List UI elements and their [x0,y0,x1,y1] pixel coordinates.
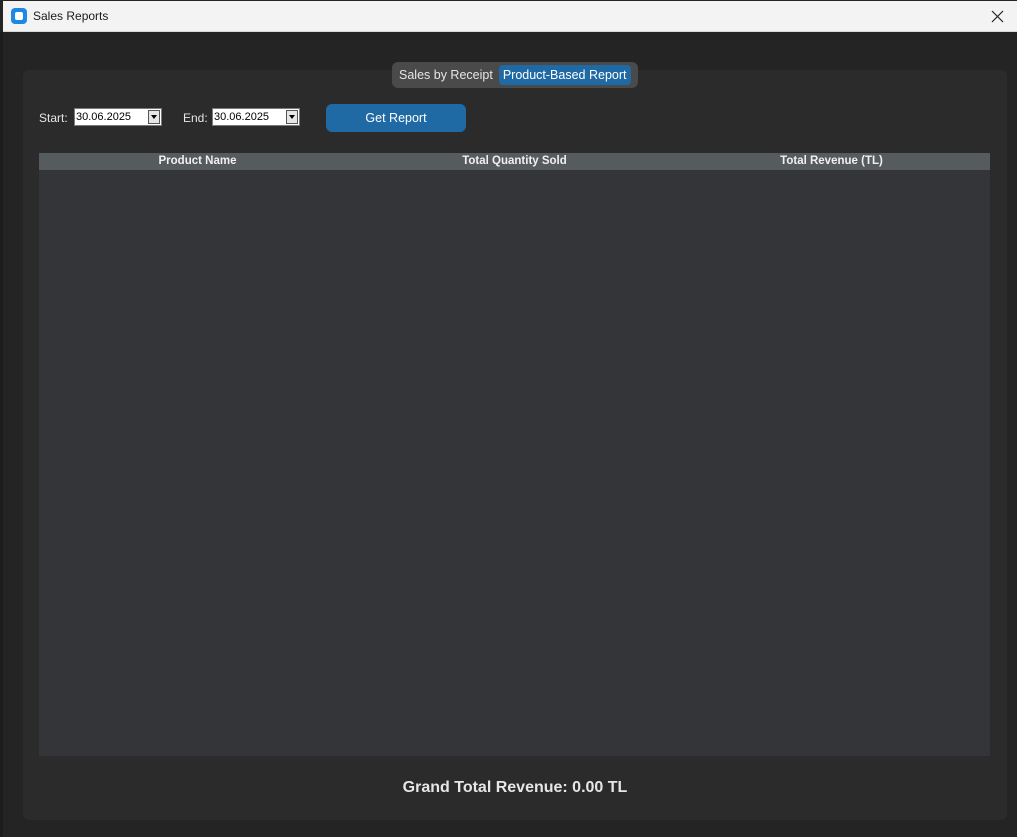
end-date-label: End: [183,111,208,125]
column-header-total-quantity[interactable]: Total Quantity Sold [356,153,673,170]
close-icon [991,10,1004,23]
column-header-total-revenue[interactable]: Total Revenue (TL) [673,153,990,170]
start-date-value: 30.06.2025 [76,111,132,123]
start-date-label: Start: [39,111,68,125]
window-title: Sales Reports [33,9,109,23]
end-date-picker[interactable]: 30.06.2025 [212,108,300,126]
table-header: Product Name Total Quantity Sold Total R… [39,153,990,170]
end-date-value: 30.06.2025 [214,111,270,123]
app-icon [11,8,27,24]
tab-sales-by-receipt[interactable]: Sales by Receipt [395,65,497,85]
start-date-picker[interactable]: 30.06.2025 [74,108,162,126]
end-date-dropdown-icon[interactable] [286,110,298,124]
product-report-table[interactable]: Product Name Total Quantity Sold Total R… [39,153,990,756]
grand-total-revenue: Grand Total Revenue: 0.00 TL [402,779,628,796]
report-type-tabs: Sales by Receipt Product-Based Report [392,62,638,88]
get-report-button[interactable]: Get Report [326,104,466,132]
close-button[interactable] [987,1,1017,31]
background-window-edge [0,32,3,837]
title-bar: Sales Reports [3,1,1017,32]
column-header-product-name[interactable]: Product Name [39,153,356,170]
tab-product-based-report[interactable]: Product-Based Report [498,65,631,85]
sales-reports-window: Sales Reports Sales by Receipt Product-B… [0,0,1017,837]
start-date-dropdown-icon[interactable] [148,110,160,124]
